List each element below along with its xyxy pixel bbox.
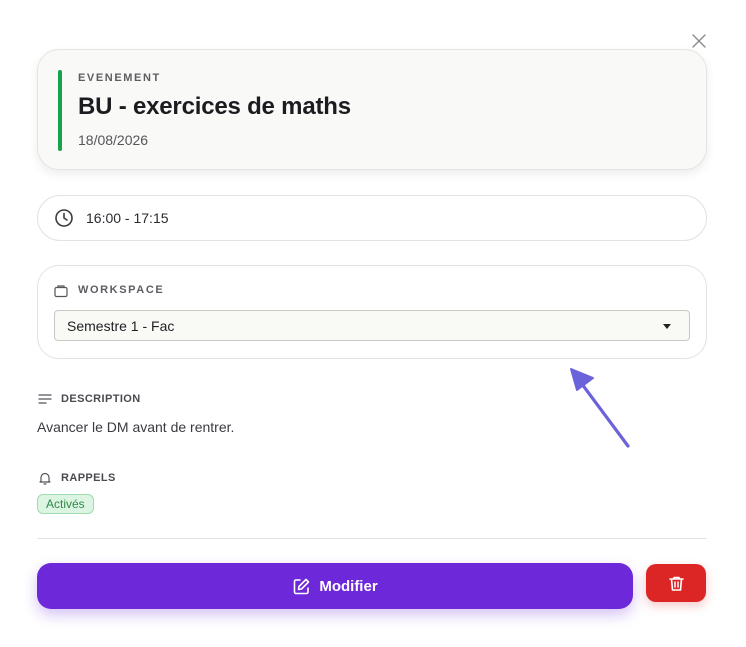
divider xyxy=(37,538,707,539)
bell-icon xyxy=(39,472,51,485)
delete-button[interactable] xyxy=(646,564,706,602)
reminders-label: RAPPELS xyxy=(61,472,116,484)
folder-icon xyxy=(54,285,68,298)
edit-icon xyxy=(294,578,310,594)
annotation-arrow-icon xyxy=(570,368,630,448)
modify-button-label: Modifier xyxy=(319,577,378,595)
description-text: Avancer le DM avant de rentrer. xyxy=(37,419,235,435)
time-range-field: 16:00 - 17:15 xyxy=(37,195,707,241)
event-color-bar xyxy=(58,70,62,151)
clock-icon xyxy=(55,209,73,227)
trash-icon xyxy=(668,576,684,591)
event-type-label: EVENEMENT xyxy=(78,72,161,84)
reminders-status-badge: Activés xyxy=(37,494,94,514)
lines-icon xyxy=(38,394,52,404)
chevron-down-icon xyxy=(663,324,671,329)
time-range-text: 16:00 - 17:15 xyxy=(86,210,169,226)
workspace-selected-value: Semestre 1 - Fac xyxy=(67,318,175,334)
event-date: 18/08/2026 xyxy=(78,132,149,148)
workspace-select[interactable]: Semestre 1 - Fac xyxy=(54,310,690,341)
event-header-card: EVENEMENT BU - exercices de maths 18/08/… xyxy=(37,49,707,170)
modify-button[interactable]: Modifier xyxy=(37,563,633,609)
description-label: DESCRIPTION xyxy=(61,393,141,405)
workspace-label: WORKSPACE xyxy=(78,284,165,296)
event-title: BU - exercices de maths xyxy=(78,93,351,120)
workspace-section: WORKSPACE Semestre 1 - Fac xyxy=(37,265,707,359)
close-icon[interactable] xyxy=(690,32,708,50)
